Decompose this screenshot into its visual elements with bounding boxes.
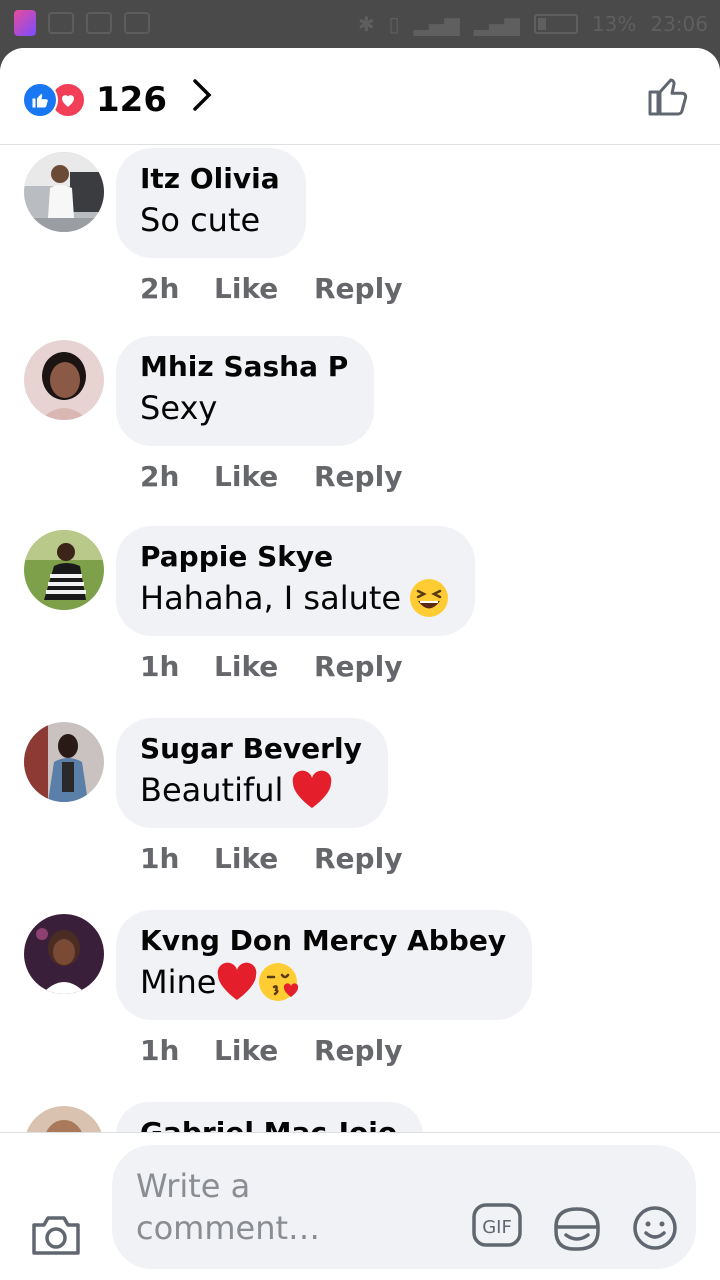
comment-text: So cute (140, 201, 261, 239)
comment-text: Beautiful (140, 768, 362, 812)
comment-input-placeholder: Write a comment… (136, 1167, 321, 1247)
camera-icon[interactable] (30, 1213, 82, 1261)
comment-time: 1h (140, 650, 180, 683)
comment-author[interactable]: Kvng Don Mercy Abbey (140, 922, 506, 960)
comment-actions: 1h Like Reply (140, 1034, 402, 1067)
comment-bubble[interactable]: Mhiz Sasha P Sexy (116, 336, 375, 446)
reactions-summary[interactable]: 126 (22, 78, 213, 121)
comment-actions: 2h Like Reply (140, 460, 402, 493)
comment-input[interactable]: Write a comment… GIF (112, 1145, 696, 1269)
vibrate-icon: ▯ (388, 12, 400, 36)
comment-composer: Write a comment… GIF (0, 1132, 720, 1280)
comment-like-button[interactable]: Like (214, 1034, 314, 1067)
battery-level: 13% (591, 12, 637, 36)
clock: 23:06 (650, 12, 708, 36)
comment-like-button[interactable]: Like (214, 272, 314, 305)
gif-label: GIF (482, 1217, 512, 1238)
comments-sheet: 126 Itz Olivia So cute 2h Like Reply Mhi… (0, 48, 720, 1280)
comment-actions: 1h Like Reply (140, 842, 402, 875)
laughing-emoji-icon (410, 579, 449, 617)
comment-reply-button[interactable]: Reply (314, 842, 402, 875)
save-icon (86, 12, 112, 34)
red-heart-emoji-icon (218, 962, 257, 1000)
bluetooth-icon: ✱ (357, 12, 375, 36)
gif-button[interactable]: GIF (472, 1203, 522, 1251)
like-icon (22, 81, 58, 118)
comment-like-button[interactable]: Like (214, 650, 314, 683)
comment-actions: 1h Like Reply (140, 650, 402, 683)
comment-author[interactable]: Itz Olivia (140, 160, 280, 198)
comment-bubble[interactable]: Pappie Skye Hahaha, I salute (116, 526, 476, 636)
comment-time: 2h (140, 460, 180, 493)
chevron-right-icon (191, 78, 213, 121)
kissing-heart-emoji-icon (259, 963, 299, 1001)
red-heart-emoji-icon (293, 770, 332, 808)
emoji-button-icon[interactable] (632, 1205, 678, 1255)
signal-icon: ▂▄▆ (413, 12, 460, 36)
comment-time: 1h (140, 1034, 180, 1067)
avatar[interactable] (24, 530, 104, 610)
comment-author[interactable]: Mhiz Sasha P (140, 348, 348, 386)
avatar[interactable] (24, 722, 104, 802)
comment-text: Mine (140, 960, 506, 1004)
comment-text: Sexy (140, 389, 218, 427)
comment-reply-button[interactable]: Reply (314, 272, 402, 305)
comment-reply-button[interactable]: Reply (314, 1034, 402, 1067)
reactions-header: 126 (0, 48, 720, 145)
comments-list: Itz Olivia So cute 2h Like Reply Mhiz Sa (0, 146, 720, 1136)
comment-actions: 2h Like Reply (140, 272, 402, 305)
comment-bubble[interactable]: Kvng Don Mercy Abbey Mine (116, 910, 533, 1020)
signal-icon-2: ▂▄▆ (473, 12, 520, 36)
comment-like-button[interactable]: Like (214, 842, 314, 875)
comment-text: Hahaha, I salute (140, 576, 449, 620)
app-icon (14, 10, 36, 36)
comment-like-button[interactable]: Like (214, 460, 314, 493)
comment-bubble[interactable]: Gabriel Mac-Jojo (116, 1102, 424, 1136)
like-button-icon[interactable] (646, 74, 690, 122)
comment-bubble[interactable]: Sugar Beverly Beautiful (116, 718, 388, 828)
comment-time: 2h (140, 272, 180, 305)
comment-bubble[interactable]: Itz Olivia So cute (116, 148, 306, 258)
youtube-icon (48, 12, 74, 34)
reaction-count: 126 (96, 79, 167, 120)
avatar[interactable] (24, 340, 104, 420)
comment-author[interactable]: Sugar Beverly (140, 730, 362, 768)
avatar[interactable] (24, 152, 104, 232)
comment-time: 1h (140, 842, 180, 875)
status-bar: ✱ ▯ ▂▄▆ ▂▄▆ 13% 23:06 (0, 0, 720, 48)
comment-reply-button[interactable]: Reply (314, 650, 402, 683)
avatar[interactable] (24, 914, 104, 994)
comment-author[interactable]: Pappie Skye (140, 538, 449, 576)
calendar-icon (124, 12, 150, 34)
battery-icon (533, 14, 578, 34)
sticker-button-icon[interactable] (552, 1203, 602, 1257)
comment-reply-button[interactable]: Reply (314, 460, 402, 493)
